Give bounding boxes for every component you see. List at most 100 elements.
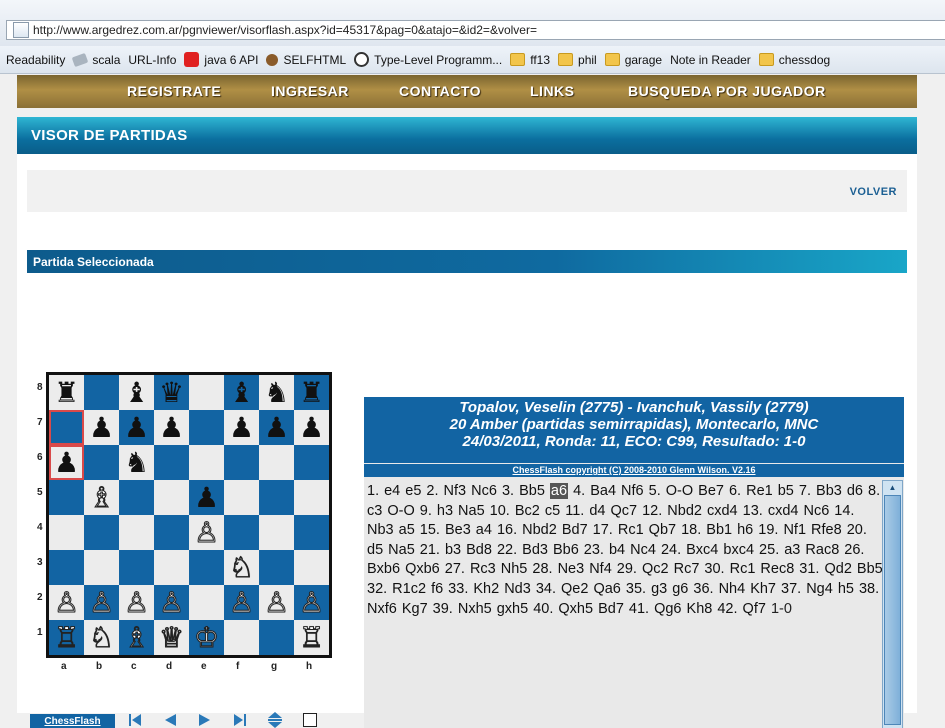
black-rook-icon[interactable]: ♜ bbox=[299, 378, 324, 407]
bookmark-item[interactable]: Type-Level Programm... bbox=[354, 52, 502, 67]
square-c3[interactable] bbox=[119, 550, 154, 585]
bookmark-item[interactable]: URL-Info bbox=[0, 53, 176, 137]
square-h1[interactable]: ♖ bbox=[294, 620, 329, 655]
last-icon[interactable] bbox=[232, 711, 248, 728]
volver-link[interactable]: VOLVER bbox=[850, 186, 897, 198]
square-g5[interactable] bbox=[259, 480, 294, 515]
prev-icon[interactable] bbox=[162, 711, 178, 728]
copyright-link[interactable]: ChessFlash copyright (C) 2008-2010 Glenn… bbox=[364, 464, 904, 477]
black-pawn-icon[interactable]: ♟ bbox=[54, 448, 79, 477]
move-list[interactable]: 1. e4 e5 2. Nf3 Nc6 3. Bb5 a6 4. Ba4 Nf6… bbox=[367, 482, 883, 728]
white-bishop-icon[interactable]: ♗ bbox=[88, 483, 114, 512]
square-b4[interactable] bbox=[84, 515, 119, 550]
square-a1[interactable]: ♖ bbox=[49, 620, 84, 655]
white-pawn-icon[interactable]: ♙ bbox=[88, 588, 114, 617]
square-e2[interactable] bbox=[189, 585, 224, 620]
square-b5[interactable]: ♗ bbox=[84, 480, 119, 515]
square-f2[interactable]: ♙ bbox=[224, 585, 259, 620]
nav-links[interactable]: LINKS bbox=[530, 83, 575, 99]
square-a5[interactable] bbox=[49, 480, 84, 515]
square-d6[interactable] bbox=[154, 445, 189, 480]
square-a7[interactable] bbox=[49, 410, 84, 445]
white-pawn-icon[interactable]: ♙ bbox=[193, 518, 219, 547]
black-rook-icon[interactable]: ♜ bbox=[54, 378, 79, 407]
black-pawn-icon[interactable]: ♟ bbox=[229, 413, 254, 442]
black-pawn-icon[interactable]: ♟ bbox=[124, 413, 149, 442]
square-f1[interactable] bbox=[224, 620, 259, 655]
square-b7[interactable]: ♟ bbox=[84, 410, 119, 445]
square-h5[interactable] bbox=[294, 480, 329, 515]
square-c8[interactable]: ♝ bbox=[119, 375, 154, 410]
bookmark-item[interactable]: Readability bbox=[0, 53, 65, 137]
square-d3[interactable] bbox=[154, 550, 189, 585]
white-bishop-icon[interactable]: ♗ bbox=[123, 623, 149, 652]
white-knight-icon[interactable]: ♘ bbox=[88, 623, 114, 652]
square-e1[interactable]: ♔ bbox=[189, 620, 224, 655]
square-icon[interactable] bbox=[302, 711, 318, 728]
square-g7[interactable]: ♟ bbox=[259, 410, 294, 445]
square-d7[interactable]: ♟ bbox=[154, 410, 189, 445]
square-g6[interactable] bbox=[259, 445, 294, 480]
scroll-thumb[interactable] bbox=[884, 495, 901, 725]
chess-board[interactable]: ♜ ♝ ♛ ♝ ♞ ♜ ♟ ♟ ♟ ♟ ♟ ♟ ♟ ♞ ♗ ♟ ♙ ♘ ♙ ♙ ♙ ♙ ♙ ♙ ♙ ♖ ♘ ♗ ♕ ♔ ♖ bbox=[46, 372, 332, 658]
square-d5[interactable] bbox=[154, 480, 189, 515]
black-knight-icon[interactable]: ♞ bbox=[264, 378, 289, 407]
current-move[interactable]: a6 bbox=[549, 483, 569, 499]
bookmark-item[interactable]: phil bbox=[558, 53, 597, 67]
square-f6[interactable] bbox=[224, 445, 259, 480]
square-h4[interactable] bbox=[294, 515, 329, 550]
square-b3[interactable] bbox=[84, 550, 119, 585]
square-a4[interactable] bbox=[49, 515, 84, 550]
square-h2[interactable]: ♙ bbox=[294, 585, 329, 620]
next-icon[interactable] bbox=[197, 711, 213, 728]
square-d1[interactable]: ♕ bbox=[154, 620, 189, 655]
square-h6[interactable] bbox=[294, 445, 329, 480]
first-icon[interactable] bbox=[127, 711, 143, 728]
moves-scrollbar[interactable]: ▲ ▼ bbox=[882, 480, 903, 728]
bookmark-item[interactable]: scala bbox=[72, 52, 120, 67]
square-f4[interactable] bbox=[224, 515, 259, 550]
square-e7[interactable] bbox=[189, 410, 224, 445]
bookmark-item[interactable]: ff13 bbox=[510, 53, 550, 67]
square-e5[interactable]: ♟ bbox=[189, 480, 224, 515]
white-pawn-icon[interactable]: ♙ bbox=[123, 588, 149, 617]
white-rook-icon[interactable]: ♖ bbox=[298, 623, 324, 652]
black-pawn-icon[interactable]: ♟ bbox=[89, 413, 114, 442]
square-b2[interactable]: ♙ bbox=[84, 585, 119, 620]
bookmark-item[interactable]: SELFHTML bbox=[266, 53, 346, 67]
white-pawn-icon[interactable]: ♙ bbox=[263, 588, 289, 617]
chessflash-link[interactable]: ChessFlash bbox=[30, 714, 115, 728]
square-g3[interactable] bbox=[259, 550, 294, 585]
square-a3[interactable] bbox=[49, 550, 84, 585]
scroll-up-icon[interactable]: ▲ bbox=[885, 482, 900, 493]
black-bishop-icon[interactable]: ♝ bbox=[229, 378, 254, 407]
square-c7[interactable]: ♟ bbox=[119, 410, 154, 445]
square-g2[interactable]: ♙ bbox=[259, 585, 294, 620]
flip-icon[interactable] bbox=[267, 711, 283, 728]
bookmark-item[interactable]: garage bbox=[604, 53, 662, 67]
white-rook-icon[interactable]: ♖ bbox=[53, 623, 79, 652]
white-pawn-icon[interactable]: ♙ bbox=[298, 588, 324, 617]
bookmark-item[interactable]: chessdog bbox=[758, 53, 830, 67]
square-h8[interactable]: ♜ bbox=[294, 375, 329, 410]
square-a2[interactable]: ♙ bbox=[49, 585, 84, 620]
black-pawn-icon[interactable]: ♟ bbox=[264, 413, 289, 442]
square-d2[interactable]: ♙ bbox=[154, 585, 189, 620]
square-c6[interactable]: ♞ bbox=[119, 445, 154, 480]
black-pawn-icon[interactable]: ♟ bbox=[194, 483, 219, 512]
square-d8[interactable]: ♛ bbox=[154, 375, 189, 410]
square-b8[interactable] bbox=[84, 375, 119, 410]
black-pawn-icon[interactable]: ♟ bbox=[299, 413, 324, 442]
black-pawn-icon[interactable]: ♟ bbox=[159, 413, 184, 442]
square-f3[interactable]: ♘ bbox=[224, 550, 259, 585]
white-knight-icon[interactable]: ♘ bbox=[228, 553, 254, 582]
square-c2[interactable]: ♙ bbox=[119, 585, 154, 620]
nav-busqueda-jugador[interactable]: BUSQUEDA POR JUGADOR bbox=[628, 83, 826, 99]
square-e6[interactable] bbox=[189, 445, 224, 480]
moves-after[interactable]: 4. Ba4 Nf6 5. O-O Be7 6. Re1 b5 7. Bb3 d… bbox=[367, 483, 883, 617]
square-f8[interactable]: ♝ bbox=[224, 375, 259, 410]
square-b1[interactable]: ♘ bbox=[84, 620, 119, 655]
square-h3[interactable] bbox=[294, 550, 329, 585]
nav-contacto[interactable]: CONTACTO bbox=[399, 83, 481, 99]
square-f5[interactable] bbox=[224, 480, 259, 515]
